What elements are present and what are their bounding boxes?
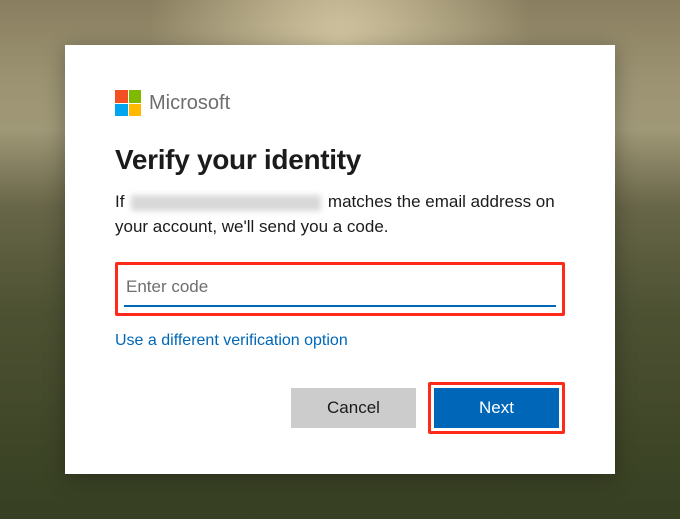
cancel-button[interactable]: Cancel xyxy=(291,388,416,428)
next-highlight-box: Next xyxy=(428,382,565,434)
microsoft-logo-icon xyxy=(115,90,141,116)
desc-prefix: If xyxy=(115,192,124,211)
page-title: Verify your identity xyxy=(115,144,565,176)
code-input[interactable] xyxy=(124,269,556,307)
button-row: Cancel Next xyxy=(115,382,565,434)
verify-card: Microsoft Verify your identity If matche… xyxy=(65,45,615,473)
description: If matches the email address on your acc… xyxy=(115,190,565,239)
brand-label: Microsoft xyxy=(149,92,230,115)
input-highlight-box xyxy=(115,262,565,316)
redacted-email xyxy=(131,195,321,211)
next-button[interactable]: Next xyxy=(434,388,559,428)
logo-row: Microsoft xyxy=(115,90,565,116)
alt-verification-link[interactable]: Use a different verification option xyxy=(115,332,348,350)
